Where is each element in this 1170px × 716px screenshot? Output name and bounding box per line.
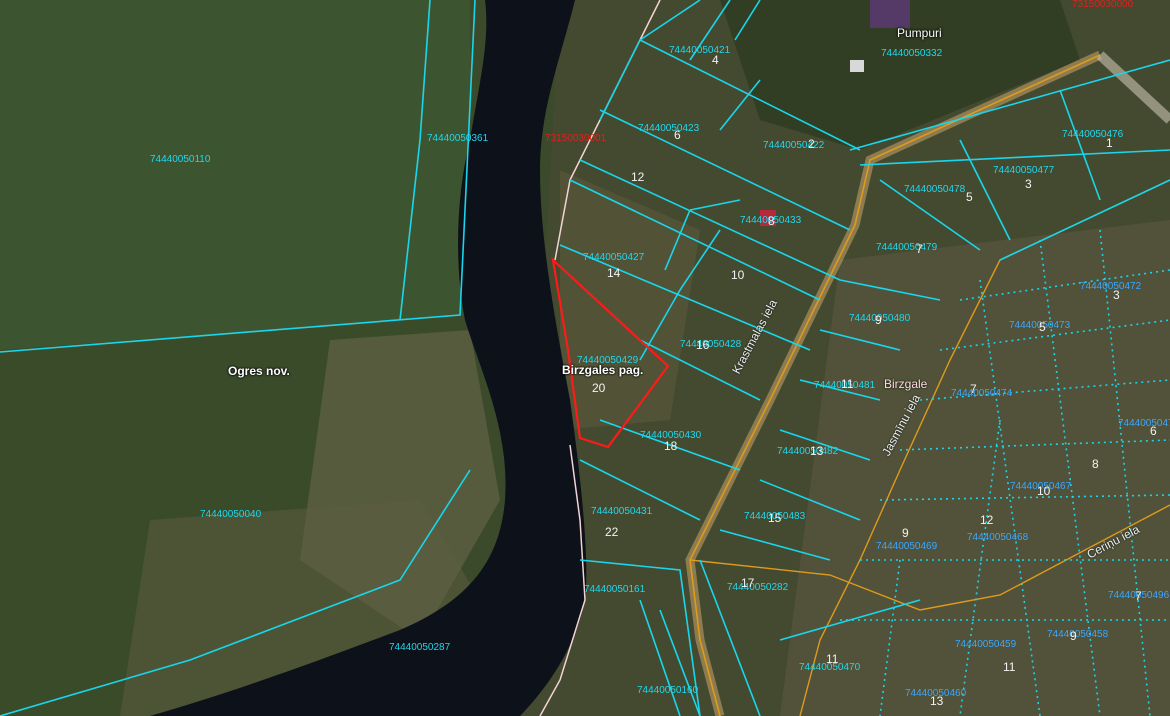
parcel-number: 10 [731, 268, 745, 282]
parcel-number: 12 [980, 513, 994, 527]
parcel-id[interactable]: 74440050468 [967, 533, 1028, 543]
parcel-id[interactable]: 74440050423 [638, 124, 699, 134]
parcel-number: 16 [696, 338, 710, 352]
parcel-id[interactable]: 74440050469 [876, 542, 937, 552]
parcel-number: 4 [712, 53, 719, 67]
parcel-number: 17 [741, 576, 755, 590]
parcel-number: 20 [592, 381, 606, 395]
parcel-id[interactable]: 73150030000 [1072, 0, 1133, 10]
parcel-id[interactable]: 74440050427 [583, 253, 644, 263]
parcel-number: 12 [631, 170, 645, 184]
parcel-id[interactable]: 74440050472 [1080, 282, 1141, 292]
parcel-number: 22 [605, 525, 619, 539]
parcel-id[interactable]: 74440050110 [150, 155, 210, 165]
parcel-number: 8 [1092, 457, 1099, 471]
parcel-number: 8 [768, 214, 775, 228]
parcel-number: 10 [1037, 484, 1051, 498]
place-label-pumpuri: Pumpuri [897, 26, 942, 40]
parcel-number: 5 [966, 190, 973, 204]
parcel-number: 9 [902, 526, 909, 540]
parcel-number: 7 [1135, 589, 1142, 603]
parcel-id[interactable]: 74440050161 [584, 585, 645, 595]
parcel-id[interactable]: 74440050475 [1118, 419, 1170, 429]
parcel-number: 3 [1113, 288, 1120, 302]
parcel-number: 13 [930, 694, 944, 708]
parcel-id[interactable]: 74440050431 [591, 507, 652, 517]
parcel-number: 15 [768, 511, 782, 525]
parcel-number: 11 [841, 377, 854, 391]
parcel-id[interactable]: 74440050282 [727, 583, 788, 593]
parcel-number: 7 [970, 382, 977, 396]
place-label-birzgale: Birzgale [884, 377, 928, 391]
parcel-number: 11 [1003, 660, 1016, 674]
parcel-id[interactable]: 74440050482 [777, 447, 838, 457]
parcel-number: 14 [607, 266, 621, 280]
parcel-number: 9 [1070, 629, 1077, 643]
area-label-ogres: Ogres nov. [228, 364, 290, 378]
parcel-id[interactable]: 74440050361 [427, 134, 488, 144]
parcel-id[interactable]: 74440050160 [637, 686, 698, 696]
parcel-id[interactable]: 74440050479 [876, 243, 937, 253]
parcel-id[interactable]: 74440050332 [881, 49, 942, 59]
parcel-number: 2 [808, 137, 815, 151]
parcel-id[interactable]: 74440050477 [993, 166, 1054, 176]
parcel-number: 1 [1106, 136, 1113, 150]
parcel-number: 7 [916, 242, 923, 256]
parcel-number: 11 [826, 652, 839, 666]
parcel-id[interactable]: 74440050421 [669, 46, 730, 56]
parcel-id[interactable]: 74440050458 [1047, 630, 1108, 640]
parcel-id[interactable]: 74440050474 [951, 389, 1012, 399]
parcel-id[interactable]: 74440050287 [389, 643, 450, 653]
parcel-number: 6 [674, 128, 681, 142]
parcel-id[interactable]: 74440050422 [763, 141, 824, 151]
parcel-id[interactable]: 74440050429 [577, 356, 638, 366]
parcel-number: 5 [1039, 320, 1046, 334]
parcel-id[interactable]: 74440050476 [1062, 130, 1123, 140]
parcel-id[interactable]: 74440050040 [200, 510, 261, 520]
parcel-id[interactable]: 74440050459 [955, 640, 1016, 650]
parcel-id[interactable]: 73150030001 [545, 134, 606, 144]
parcel-number: 9 [875, 313, 882, 327]
parcel-id[interactable]: 74440050428 [680, 340, 741, 350]
parcel-number: 13 [810, 444, 824, 458]
parcel-id[interactable]: 74440050478 [904, 185, 965, 195]
parcel-number: 3 [1025, 177, 1032, 191]
parcel-number: 18 [664, 439, 678, 453]
parcel-number: 6 [1150, 424, 1157, 438]
cadastral-map[interactable]: Ogres nov. Birzgales pag. Pumpuri Birzga… [0, 0, 1170, 716]
